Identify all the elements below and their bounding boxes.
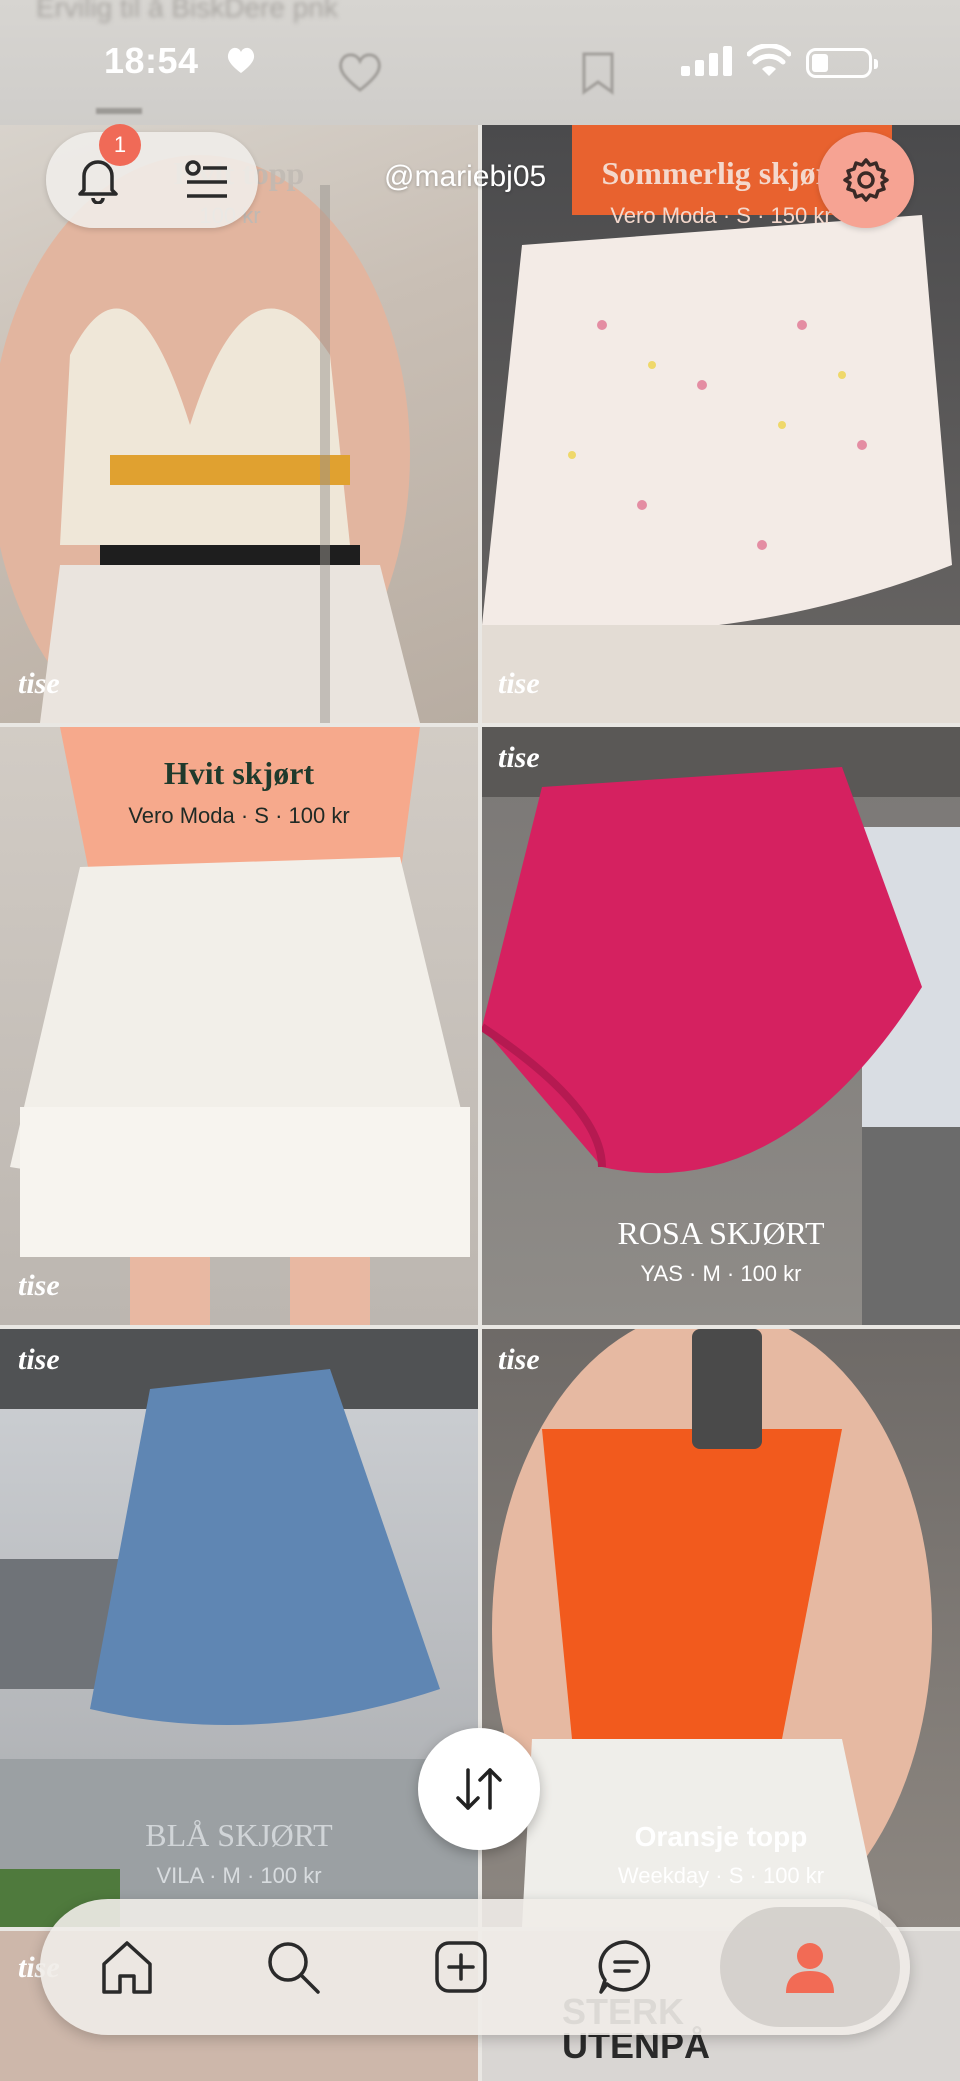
sort-button[interactable] [418, 1728, 540, 1850]
listing-subtitle: YAS · M · 100 kr [640, 1261, 802, 1286]
settings-button[interactable] [818, 132, 914, 228]
tise-watermark: tise [498, 741, 540, 774]
nav-profile[interactable] [750, 1899, 870, 2035]
listing-title: Oransje topp [634, 1821, 808, 1852]
filter-list-button[interactable] [174, 148, 238, 212]
listing-subtitle: VILA · M · 100 kr [156, 1863, 322, 1888]
nav-add-listing[interactable] [401, 1899, 521, 2035]
tise-watermark: tise [18, 1343, 60, 1376]
listing-card[interactable]: tise ROSA SKJØRT YAS · M · 100 kr [482, 727, 960, 1325]
nav-home[interactable] [67, 1899, 187, 2035]
tab-underline [96, 108, 142, 114]
home-icon [102, 1941, 152, 1994]
status-time: 18:54 [104, 40, 199, 81]
add-icon [435, 1941, 487, 1993]
tise-watermark: tise [498, 667, 540, 700]
battery-icon [806, 48, 878, 78]
search-icon [268, 1942, 320, 1994]
header-actions-pill [46, 132, 258, 228]
listing-title: BLÅ SKJØRT [145, 1817, 333, 1853]
nav-search[interactable] [233, 1899, 353, 2035]
sort-arrows-icon [456, 1768, 502, 1810]
profile-username[interactable]: @mariebj05 [384, 160, 546, 194]
heart-status-icon [227, 47, 255, 73]
listing-title: ROSA SKJØRT [617, 1215, 825, 1251]
ghost-header-text: Ervilig til å BiskDere pnk [36, 0, 338, 23]
chat-icon [598, 1940, 651, 1994]
nav-messages[interactable] [566, 1899, 686, 2035]
listing-card[interactable]: tise Oransje topp Weekday · S · 100 kr [482, 1329, 960, 1927]
listing-card[interactable]: tise Hvit skjørt Vero Moda · S · 100 kr [0, 727, 478, 1325]
profile-icon [786, 1943, 834, 1993]
tise-watermark: tise [498, 1343, 540, 1376]
cellular-signal-icon [681, 46, 732, 76]
list-settings-icon [185, 160, 227, 198]
gear-icon [843, 158, 889, 202]
listing-card[interactable]: tise BLÅ SKJØRT VILA · M · 100 kr [0, 1329, 478, 1927]
wifi-icon [747, 44, 791, 76]
bottom-navigation [40, 1899, 910, 2035]
listing-title: Hvit skjørt [163, 755, 315, 791]
tise-watermark: tise [18, 667, 60, 700]
listing-subtitle: Vero Moda · S · 100 kr [128, 803, 350, 828]
tise-watermark: tise [18, 1269, 60, 1302]
status-bar: 18:54 [0, 40, 960, 90]
listing-subtitle: Weekday · S · 100 kr [617, 1863, 825, 1888]
notification-badge: 1 [99, 124, 141, 166]
